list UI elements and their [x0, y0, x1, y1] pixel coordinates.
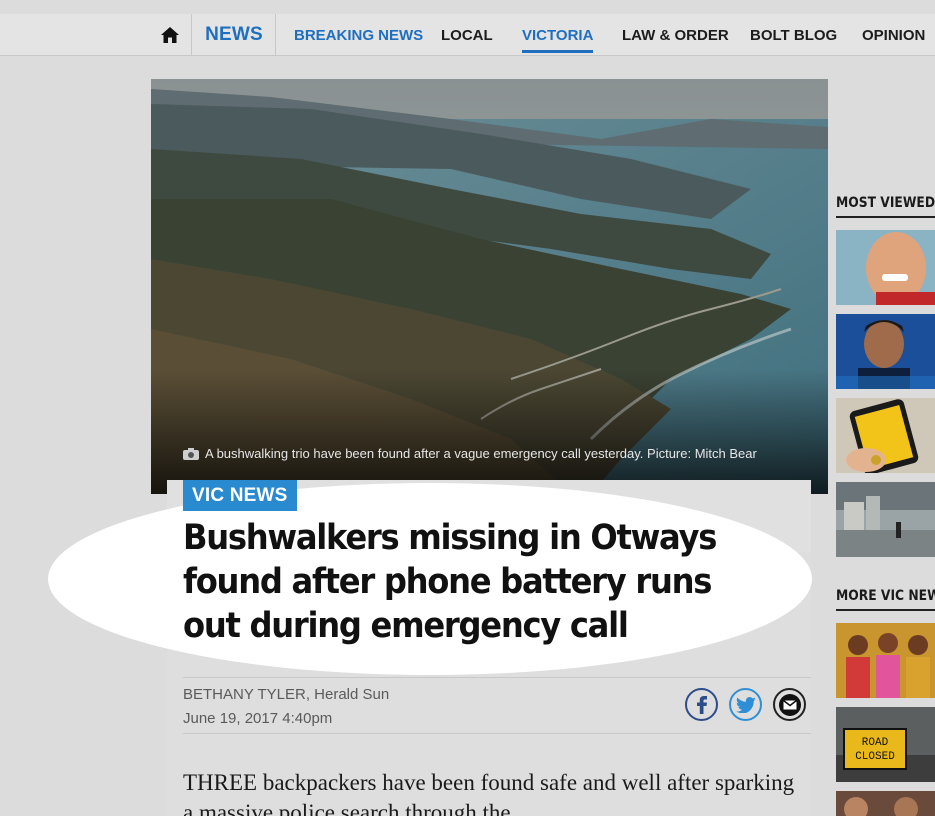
more-vic-news-heading: MORE VIC NEWS — [836, 588, 935, 604]
home-button[interactable] — [148, 14, 192, 56]
email-icon — [778, 693, 801, 716]
author-name[interactable]: BETHANY TYLER, Herald Sun — [183, 683, 389, 707]
publish-date: June 19, 2017 4:40pm — [183, 710, 333, 727]
most-viewed-thumb-3[interactable] — [836, 398, 935, 473]
nav-law-and-order[interactable]: LAW & ORDER — [622, 14, 729, 56]
more-vic-news-thumb-3[interactable] — [836, 791, 935, 816]
byline: BETHANY TYLER, Herald Sun June 19, 2017 … — [183, 683, 389, 731]
road-closed-sign-line2: CLOSED — [855, 751, 895, 763]
divider — [183, 677, 811, 678]
home-icon — [160, 27, 179, 43]
most-viewed-thumb-1[interactable] — [836, 230, 935, 305]
most-viewed-thumb-4[interactable] — [836, 482, 935, 557]
more-vic-news-thumb-2[interactable]: ROAD CLOSED — [836, 707, 935, 782]
caption-text: A bushwalking trio have been found after… — [205, 446, 757, 461]
twitter-icon — [735, 696, 756, 713]
divider — [836, 609, 935, 611]
hero-caption: A bushwalking trio have been found after… — [183, 446, 818, 461]
divider — [836, 216, 935, 218]
nav-local[interactable]: LOCAL — [441, 14, 493, 56]
most-viewed-heading: MOST VIEWED — [836, 195, 935, 211]
hero-image[interactable]: A bushwalking trio have been found after… — [151, 79, 828, 494]
camera-icon — [183, 447, 199, 460]
news-brand-link[interactable]: NEWS — [193, 14, 276, 56]
nav-opinion[interactable]: OPINION — [862, 14, 925, 56]
nav-bolt-blog[interactable]: BOLT BLOG — [750, 14, 837, 56]
divider — [183, 733, 811, 734]
most-viewed-thumb-2[interactable] — [836, 314, 935, 389]
article-body: THREE backpackers have been found safe a… — [183, 770, 795, 816]
nav-victoria[interactable]: VICTORIA — [522, 14, 594, 56]
more-vic-news-thumb-1[interactable] — [836, 623, 935, 698]
article-headline: Bushwalkers missing in Otways found afte… — [183, 518, 717, 646]
coastline-photo — [151, 79, 828, 494]
share-twitter-button[interactable] — [729, 688, 762, 721]
road-closed-sign-line1: ROAD — [862, 737, 889, 749]
share-facebook-button[interactable] — [685, 688, 718, 721]
section-tag[interactable]: VIC NEWS — [183, 480, 297, 511]
facebook-icon — [696, 695, 707, 714]
top-navigation: NEWS BREAKING NEWS LOCAL VICTORIA LAW & … — [0, 14, 935, 56]
share-email-button[interactable] — [773, 688, 806, 721]
nav-breaking-news[interactable]: BREAKING NEWS — [294, 14, 423, 56]
